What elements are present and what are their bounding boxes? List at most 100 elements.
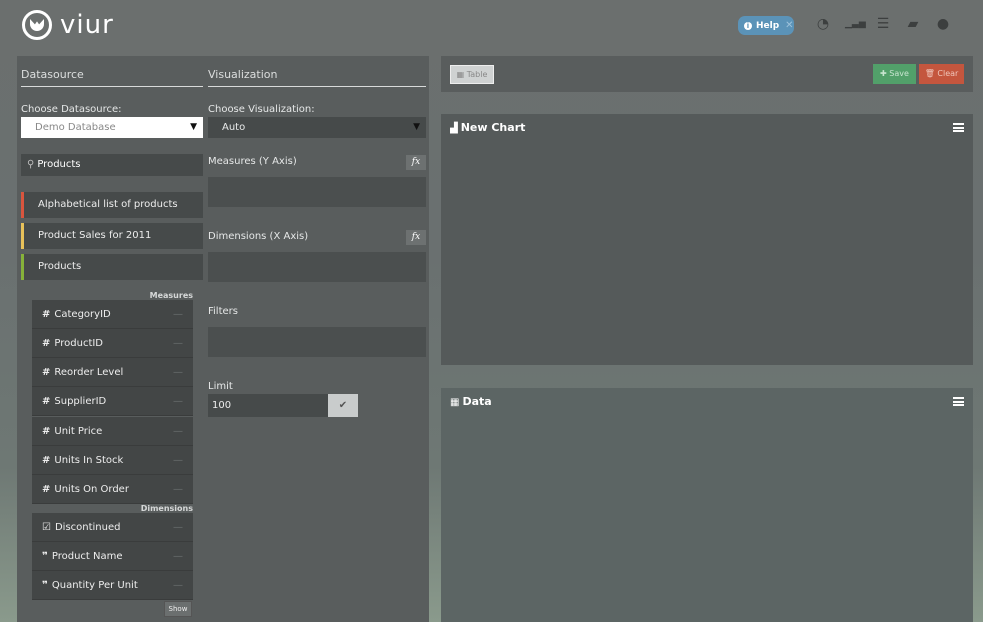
user-icon[interactable]: ● [935, 16, 951, 32]
choose-visualization-label: Choose Visualization: [208, 104, 315, 115]
measures-drop-zone[interactable] [208, 177, 426, 207]
remove-icon[interactable]: — [173, 513, 183, 542]
remove-icon[interactable]: — [173, 446, 183, 475]
table-button-label: Table [466, 70, 488, 79]
dashboard-icon[interactable]: ◔ [815, 16, 831, 32]
table-icon: ▦ [456, 70, 465, 79]
dimension-field[interactable]: ❞ Product Name — [32, 542, 193, 571]
choose-datasource-label: Choose Datasource: [21, 104, 122, 115]
filters-drop-zone[interactable] [208, 327, 426, 357]
logo-text: viur [60, 10, 114, 40]
limit-input[interactable]: 100 [208, 394, 328, 417]
remove-icon[interactable]: — [173, 300, 183, 329]
bar-chart-icon[interactable]: ▁▃▅ [845, 16, 866, 32]
menu-icon[interactable] [953, 397, 964, 406]
caret-down-icon: ▼ [413, 122, 420, 132]
measure-field[interactable]: # Units In Stock — [32, 446, 193, 475]
formula-button[interactable]: fx [406, 155, 426, 170]
menu-icon[interactable] [953, 123, 964, 132]
measure-field[interactable]: # Reorder Level — [32, 358, 193, 387]
datasource-item-selected[interactable]: Products [21, 254, 203, 280]
datasource-item-label: Alphabetical list of products [38, 199, 178, 210]
dimensions-x-label: Dimensions (X Axis) [208, 231, 309, 242]
number-icon: # [42, 396, 51, 407]
number-icon: # [42, 309, 51, 320]
field-label: Reorder Level [54, 367, 124, 378]
chart-title-text: New Chart [460, 121, 526, 134]
measure-field[interactable]: # Unit Price — [32, 417, 193, 446]
show-button[interactable]: Show [164, 601, 192, 617]
logo[interactable]: viur [22, 10, 114, 40]
book-icon[interactable]: ▰ [905, 16, 921, 32]
field-label: CategoryID [54, 309, 111, 320]
field-label: Units On Order [54, 484, 129, 495]
search-icon: ⚲ [27, 159, 35, 170]
visualization-select-value: Auto [222, 122, 246, 133]
datasource-select[interactable]: Demo Database ▼ [21, 117, 203, 138]
datasource-item[interactable]: Product Sales for 2011 [21, 223, 203, 249]
dimension-field[interactable]: ☑ Discontinued — [32, 513, 193, 542]
plus-icon: ✚ [880, 69, 887, 78]
datasource-item-label: Product Sales for 2011 [38, 230, 152, 241]
help-label: Help [756, 20, 780, 31]
clear-button[interactable]: 🗑 Clear [919, 64, 964, 84]
database-icon[interactable]: ☰ [875, 16, 891, 32]
dimensions-drop-zone[interactable] [208, 252, 426, 282]
datasource-title: Datasource [21, 68, 203, 87]
table-button[interactable]: ▦ Table [450, 65, 494, 84]
datasource-search-input[interactable]: ⚲ Products [21, 154, 203, 176]
data-card-title: ▦ Data [450, 395, 492, 408]
dimension-field[interactable]: ❞ Quantity Per Unit — [32, 571, 193, 600]
remove-icon[interactable]: — [173, 387, 183, 416]
datasource-item[interactable]: Alphabetical list of products [21, 192, 203, 218]
field-label: SupplierID [54, 396, 107, 407]
remove-icon[interactable]: — [173, 542, 183, 571]
save-button-label: Save [889, 69, 909, 78]
remove-icon[interactable]: — [173, 571, 183, 600]
measures-y-label: Measures (Y Axis) [208, 156, 297, 167]
visualization-select[interactable]: Auto ▼ [208, 117, 426, 138]
measure-field[interactable]: # CategoryID — [32, 300, 193, 329]
chart-card: ▟ New Chart [441, 114, 973, 365]
remove-icon[interactable]: — [173, 358, 183, 387]
remove-icon[interactable]: — [173, 475, 183, 504]
number-icon: # [42, 455, 51, 466]
data-card: ▦ Data [441, 388, 973, 622]
field-label: Discontinued [54, 522, 121, 533]
close-icon[interactable]: ✕ [785, 20, 793, 31]
fields-list: Measures # CategoryID — # ProductID — # Reord… [32, 291, 193, 601]
app-header: viur i Help ✕ ◔ ▁▃▅ ☰ ▰ ● [0, 0, 983, 52]
field-label: Quantity Per Unit [51, 580, 138, 591]
field-label: Units In Stock [54, 455, 124, 466]
chart-card-title: ▟ New Chart [450, 121, 525, 134]
apply-limit-button[interactable]: ✔ [328, 394, 358, 417]
filters-label: Filters [208, 306, 238, 317]
table-icon: ▦ [450, 397, 460, 408]
field-label: Product Name [51, 551, 123, 562]
remove-icon[interactable]: — [173, 417, 183, 446]
check-icon: ✔ [338, 400, 348, 411]
caret-down-icon: ▼ [190, 122, 197, 132]
number-icon: # [42, 484, 51, 495]
clear-button-label: Clear [937, 69, 959, 78]
help-button[interactable]: i Help ✕ [738, 16, 794, 35]
measure-field[interactable]: # ProductID — [32, 329, 193, 358]
quote-icon: ❞ [42, 551, 48, 562]
top-nav: ◔ ▁▃▅ ☰ ▰ ● [815, 16, 951, 32]
measures-section-label: Measures [149, 291, 193, 300]
logo-icon [22, 10, 52, 40]
info-icon: i [744, 21, 752, 30]
checkbox-icon: ☑ [42, 522, 51, 533]
save-button[interactable]: ✚ Save [873, 64, 916, 84]
data-title-text: Data [462, 395, 492, 408]
main-toolbar: ▦ Table ✚ Save 🗑 Clear [441, 56, 973, 92]
number-icon: # [42, 367, 51, 378]
formula-button[interactable]: fx [406, 230, 426, 245]
measure-field[interactable]: # Units On Order — [32, 475, 193, 504]
measure-field[interactable]: # SupplierID — [32, 387, 193, 416]
number-icon: # [42, 426, 51, 437]
datasource-item-label: Products [38, 261, 82, 272]
number-icon: # [42, 338, 51, 349]
trash-icon: 🗑 [924, 69, 935, 78]
remove-icon[interactable]: — [173, 329, 183, 358]
